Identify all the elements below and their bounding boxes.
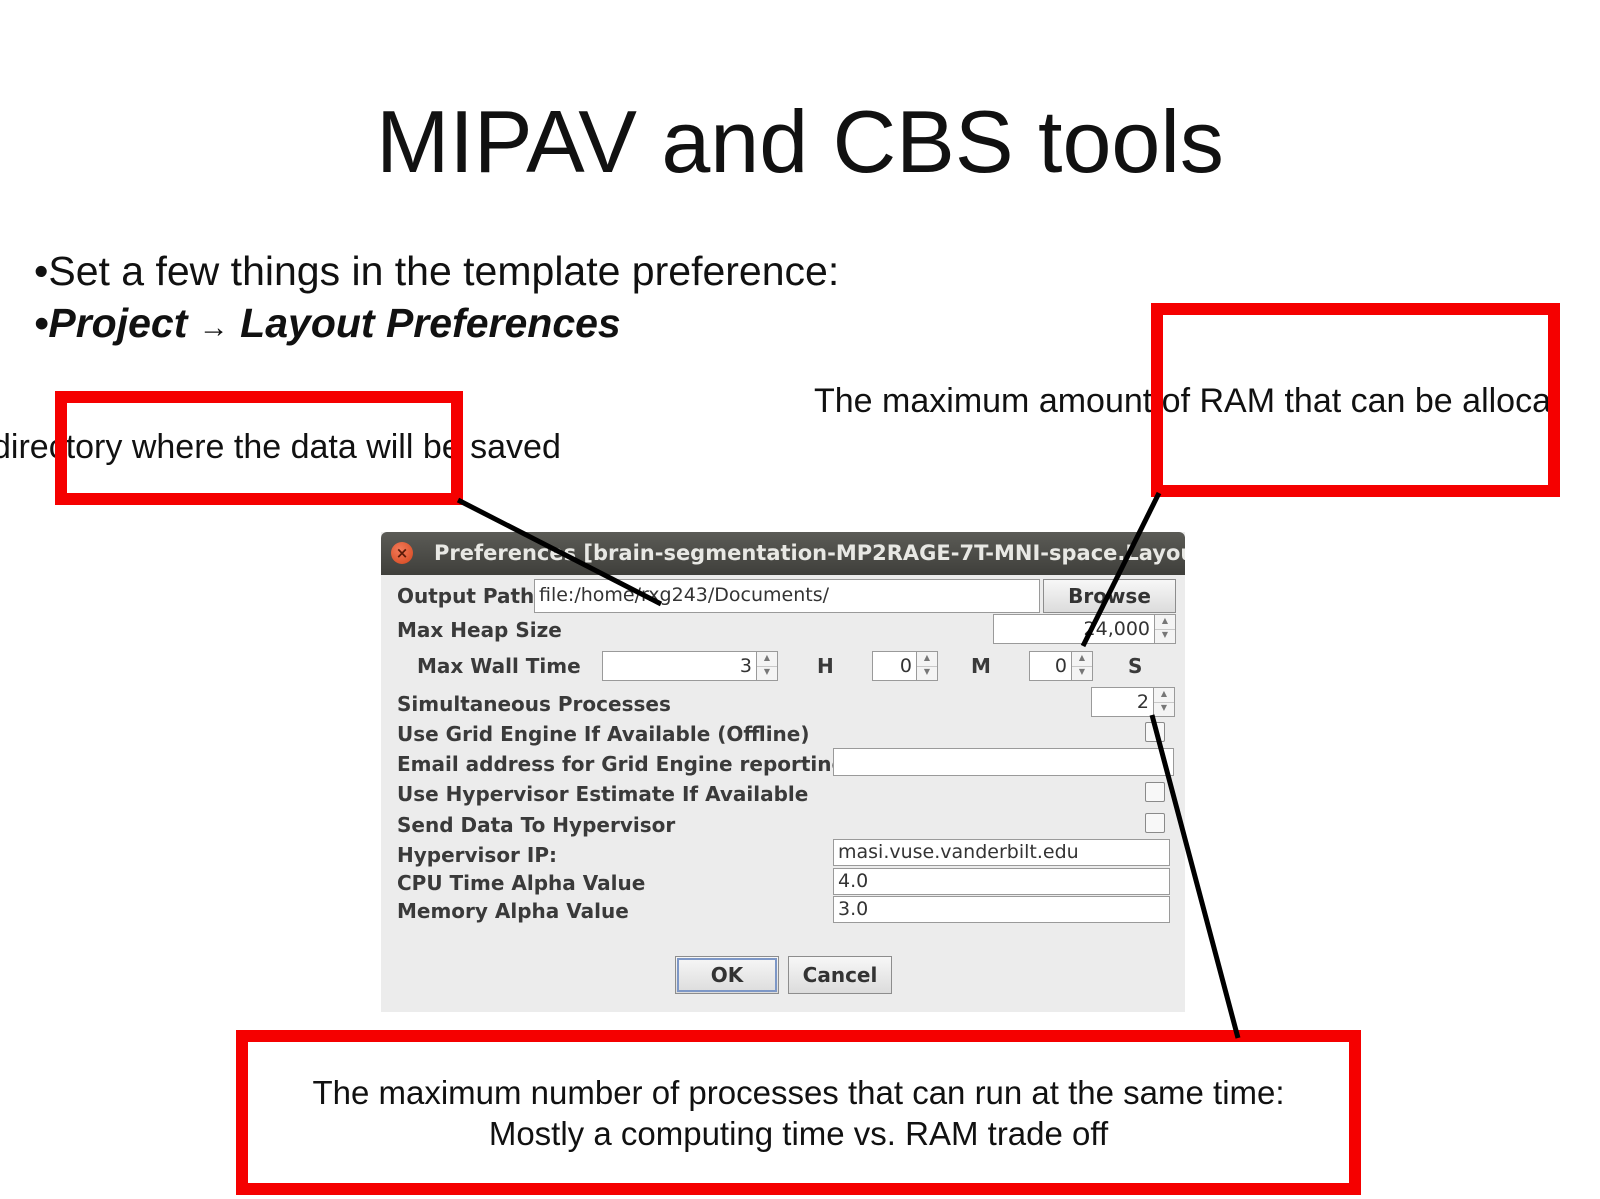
simultaneous-processes-stepper[interactable]: ▲ ▼ bbox=[1153, 687, 1175, 717]
arrow-icon: → bbox=[198, 311, 229, 344]
wall-minutes-stepper[interactable]: ▲ ▼ bbox=[916, 651, 938, 681]
menu-layout-preferences: Layout Preferences bbox=[240, 300, 621, 346]
slide-title: MIPAV and CBS tools bbox=[376, 92, 1224, 191]
stepper-up-icon[interactable]: ▲ bbox=[1155, 615, 1175, 630]
preferences-dialog: × Preferences [brain-segmentation-MP2RAG… bbox=[381, 532, 1185, 1012]
stepper-down-icon[interactable]: ▼ bbox=[917, 666, 937, 680]
output-path-label: Output Path bbox=[397, 584, 535, 608]
stepper-up-icon[interactable]: ▲ bbox=[1072, 652, 1092, 667]
close-icon[interactable]: × bbox=[391, 542, 413, 564]
hypervisor-ip-input[interactable]: masi.vuse.vanderbilt.edu bbox=[833, 839, 1170, 866]
stepper-down-icon[interactable]: ▼ bbox=[1155, 629, 1175, 643]
email-label: Email address for Grid Engine reporting: bbox=[397, 752, 854, 776]
stepper-up-icon[interactable]: ▲ bbox=[757, 652, 777, 667]
annotation-processes: The maximum number of processes that can… bbox=[312, 1072, 1284, 1154]
hypervisor-estimate-checkbox[interactable] bbox=[1145, 782, 1165, 802]
max-heap-stepper[interactable]: ▲ ▼ bbox=[1154, 614, 1176, 644]
output-path-input[interactable]: file:/home/rxg243/Documents/ bbox=[534, 579, 1040, 613]
bullet-template-preference: •Set a few things in the template prefer… bbox=[34, 248, 839, 295]
stepper-down-icon[interactable]: ▼ bbox=[757, 666, 777, 680]
annotation-processes-line1: The maximum number of processes that can… bbox=[312, 1073, 1285, 1111]
bullet-text: Set a few things in the template prefere… bbox=[48, 248, 840, 294]
grid-engine-checkbox[interactable] bbox=[1145, 722, 1165, 742]
cancel-button[interactable]: Cancel bbox=[788, 956, 892, 994]
grid-engine-label: Use Grid Engine If Available (Offline) bbox=[397, 722, 810, 746]
max-heap-label: Max Heap Size bbox=[397, 618, 562, 642]
hypervisor-estimate-label: Use Hypervisor Estimate If Available bbox=[397, 782, 809, 806]
send-data-checkbox[interactable] bbox=[1145, 813, 1165, 833]
send-data-label: Send Data To Hypervisor bbox=[397, 813, 676, 837]
stepper-up-icon[interactable]: ▲ bbox=[917, 652, 937, 667]
hypervisor-ip-label: Hypervisor IP: bbox=[397, 843, 557, 867]
wall-seconds-stepper[interactable]: ▲ ▼ bbox=[1071, 651, 1093, 681]
wall-hours-stepper[interactable]: ▲ ▼ bbox=[756, 651, 778, 681]
cpu-alpha-label: CPU Time Alpha Value bbox=[397, 871, 646, 895]
simultaneous-processes-label: Simultaneous Processes bbox=[397, 692, 671, 716]
email-field[interactable] bbox=[833, 748, 1174, 776]
max-heap-input[interactable]: 24,000 bbox=[993, 614, 1155, 644]
wall-minutes-input[interactable]: 0 bbox=[872, 651, 917, 681]
annotation-processes-line2: Mostly a computing time vs. RAM trade of… bbox=[488, 1114, 1109, 1152]
bullet-menu-path: •Project → Layout Preferences bbox=[34, 300, 621, 347]
cpu-alpha-input[interactable]: 4.0 bbox=[833, 868, 1170, 895]
menu-project: Project bbox=[48, 300, 188, 346]
minutes-unit-label: M bbox=[971, 654, 991, 678]
stepper-down-icon[interactable]: ▼ bbox=[1072, 666, 1092, 680]
simultaneous-processes-input[interactable]: 2 bbox=[1091, 687, 1154, 717]
memory-alpha-input[interactable]: 3.0 bbox=[833, 896, 1170, 923]
dialog-title: Preferences [brain-segmentation-MP2RAGE-… bbox=[434, 541, 1185, 565]
wall-seconds-input[interactable]: 0 bbox=[1029, 651, 1072, 681]
highlight-box-processes: The maximum number of processes that can… bbox=[236, 1030, 1361, 1195]
hours-unit-label: H bbox=[817, 654, 834, 678]
stepper-down-icon[interactable]: ▼ bbox=[1154, 702, 1174, 716]
seconds-unit-label: S bbox=[1128, 654, 1143, 678]
bullet-dot: • bbox=[34, 248, 49, 294]
wall-hours-input[interactable]: 3 bbox=[602, 651, 757, 681]
dialog-titlebar[interactable]: × Preferences [brain-segmentation-MP2RAG… bbox=[381, 532, 1185, 575]
ok-button[interactable]: OK bbox=[675, 956, 779, 994]
bullet-dot: • bbox=[34, 300, 49, 346]
stepper-up-icon[interactable]: ▲ bbox=[1154, 688, 1174, 703]
highlight-box-directory bbox=[55, 391, 463, 505]
browse-button[interactable]: Browse bbox=[1043, 579, 1176, 613]
highlight-box-ram bbox=[1151, 303, 1560, 497]
max-wall-time-label: Max Wall Time bbox=[417, 654, 581, 678]
memory-alpha-label: Memory Alpha Value bbox=[397, 899, 629, 923]
